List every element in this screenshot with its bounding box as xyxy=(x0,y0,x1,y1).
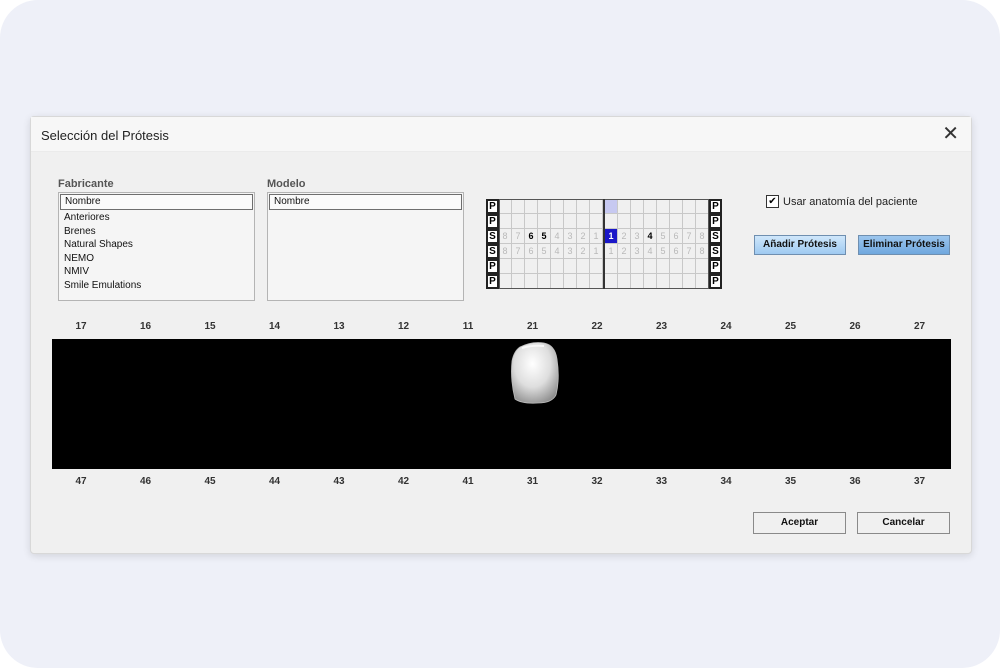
accept-button[interactable]: Aceptar xyxy=(753,512,846,534)
tooth-number-22: 22 xyxy=(591,321,603,332)
tooth-number-43: 43 xyxy=(333,476,345,487)
tooth-number-44: 44 xyxy=(268,476,281,487)
grid-row-tag-left: P xyxy=(486,199,499,214)
tooth-number-17: 17 xyxy=(75,321,87,332)
tooth-number-35: 35 xyxy=(784,476,797,487)
prosthesis-3d-viewer[interactable] xyxy=(52,339,951,469)
prosthesis-tooth-model xyxy=(511,342,559,404)
viewer-canvas xyxy=(511,342,559,404)
grid-row-tag-left: P xyxy=(486,214,499,229)
grid-row-tag-left: S xyxy=(486,229,499,244)
grid-row-tag-right: P xyxy=(709,214,722,229)
tooth-number-15: 15 xyxy=(204,321,216,332)
grid-midline xyxy=(603,199,605,289)
tooth-number-16: 16 xyxy=(139,321,152,332)
grid-row-tag-left: P xyxy=(486,274,499,289)
title-bar: Selección del Prótesis ✕ xyxy=(31,117,971,152)
fabricante-label: Fabricante xyxy=(58,178,114,190)
grid-row-tag-right: P xyxy=(709,199,722,214)
remove-prosthesis-button[interactable]: Eliminar Prótesis xyxy=(858,235,950,255)
use-patient-anatomy-checkbox[interactable]: ✔ xyxy=(766,195,779,208)
fabricante-list-item[interactable]: NEMO xyxy=(59,252,254,266)
fabricante-list-item[interactable]: Natural Shapes xyxy=(59,238,254,252)
cancel-button[interactable]: Cancelar xyxy=(857,512,950,534)
use-patient-anatomy-label: Usar anatomía del paciente xyxy=(783,196,918,208)
add-prosthesis-button[interactable]: Añadir Prótesis xyxy=(754,235,846,255)
tooth-number-45: 45 xyxy=(204,476,216,487)
grid-row-tag-right: P xyxy=(709,274,722,289)
tooth-number-24: 24 xyxy=(720,321,732,332)
tooth-number-37: 37 xyxy=(913,476,926,487)
tooth-number-25: 25 xyxy=(784,321,797,332)
grid-row-tag-right: S xyxy=(709,244,722,259)
tooth-number-27: 27 xyxy=(913,321,926,332)
tooth-number-26: 26 xyxy=(849,321,861,332)
tooth-number-46: 46 xyxy=(139,476,152,487)
grid-row-tag-left: S xyxy=(486,244,499,259)
dialog-title: Selección del Prótesis xyxy=(41,128,169,143)
fabricante-list-item[interactable]: Brenes xyxy=(59,225,254,239)
tooth-number-21: 21 xyxy=(526,321,539,332)
tooth-number-14: 14 xyxy=(268,321,281,332)
tooth-number-12: 12 xyxy=(397,321,410,332)
fabricante-column-header[interactable]: Nombre xyxy=(60,194,253,210)
modelo-list[interactable]: Nombre xyxy=(267,192,464,301)
fabricante-list[interactable]: Nombre Anteriores Brenes Natural Shapes NEM… xyxy=(58,192,255,301)
modelo-column-header[interactable]: Nombre xyxy=(269,194,462,210)
fabricante-list-item[interactable]: Anteriores xyxy=(59,211,254,225)
tooth-number-42: 42 xyxy=(397,476,410,487)
grid-row-tag-left: P xyxy=(486,259,499,274)
tooth-number-47: 47 xyxy=(75,476,87,487)
tooth-number-23: 23 xyxy=(655,321,668,332)
tooth-number-34: 34 xyxy=(720,476,732,487)
fabricante-list-item[interactable]: NMIV xyxy=(59,265,254,279)
fabricante-items: Anteriores Brenes Natural Shapes NEMO NMIV Sm… xyxy=(59,211,254,292)
grid-row-tag-right: S xyxy=(709,229,722,244)
screenshot-frame: Selección del Prótesis ✕ Fabricante Nomb… xyxy=(0,0,1000,668)
close-icon[interactable]: ✕ xyxy=(942,123,959,145)
tooth-number-41: 41 xyxy=(462,476,474,487)
tooth-number-13: 13 xyxy=(333,321,345,332)
tooth-number-31: 31 xyxy=(526,476,539,487)
grid-row-tag-right: P xyxy=(709,259,722,274)
tooth-number-32: 32 xyxy=(591,476,603,487)
modelo-label: Modelo xyxy=(267,178,306,190)
tooth-number-36: 36 xyxy=(849,476,861,487)
tooth-number-33: 33 xyxy=(655,476,668,487)
fabricante-list-item[interactable]: Smile Emulations xyxy=(59,279,254,293)
tooth-number-11: 11 xyxy=(462,321,474,332)
prosthesis-dialog: Selección del Prótesis ✕ Fabricante Nomb… xyxy=(30,116,972,554)
